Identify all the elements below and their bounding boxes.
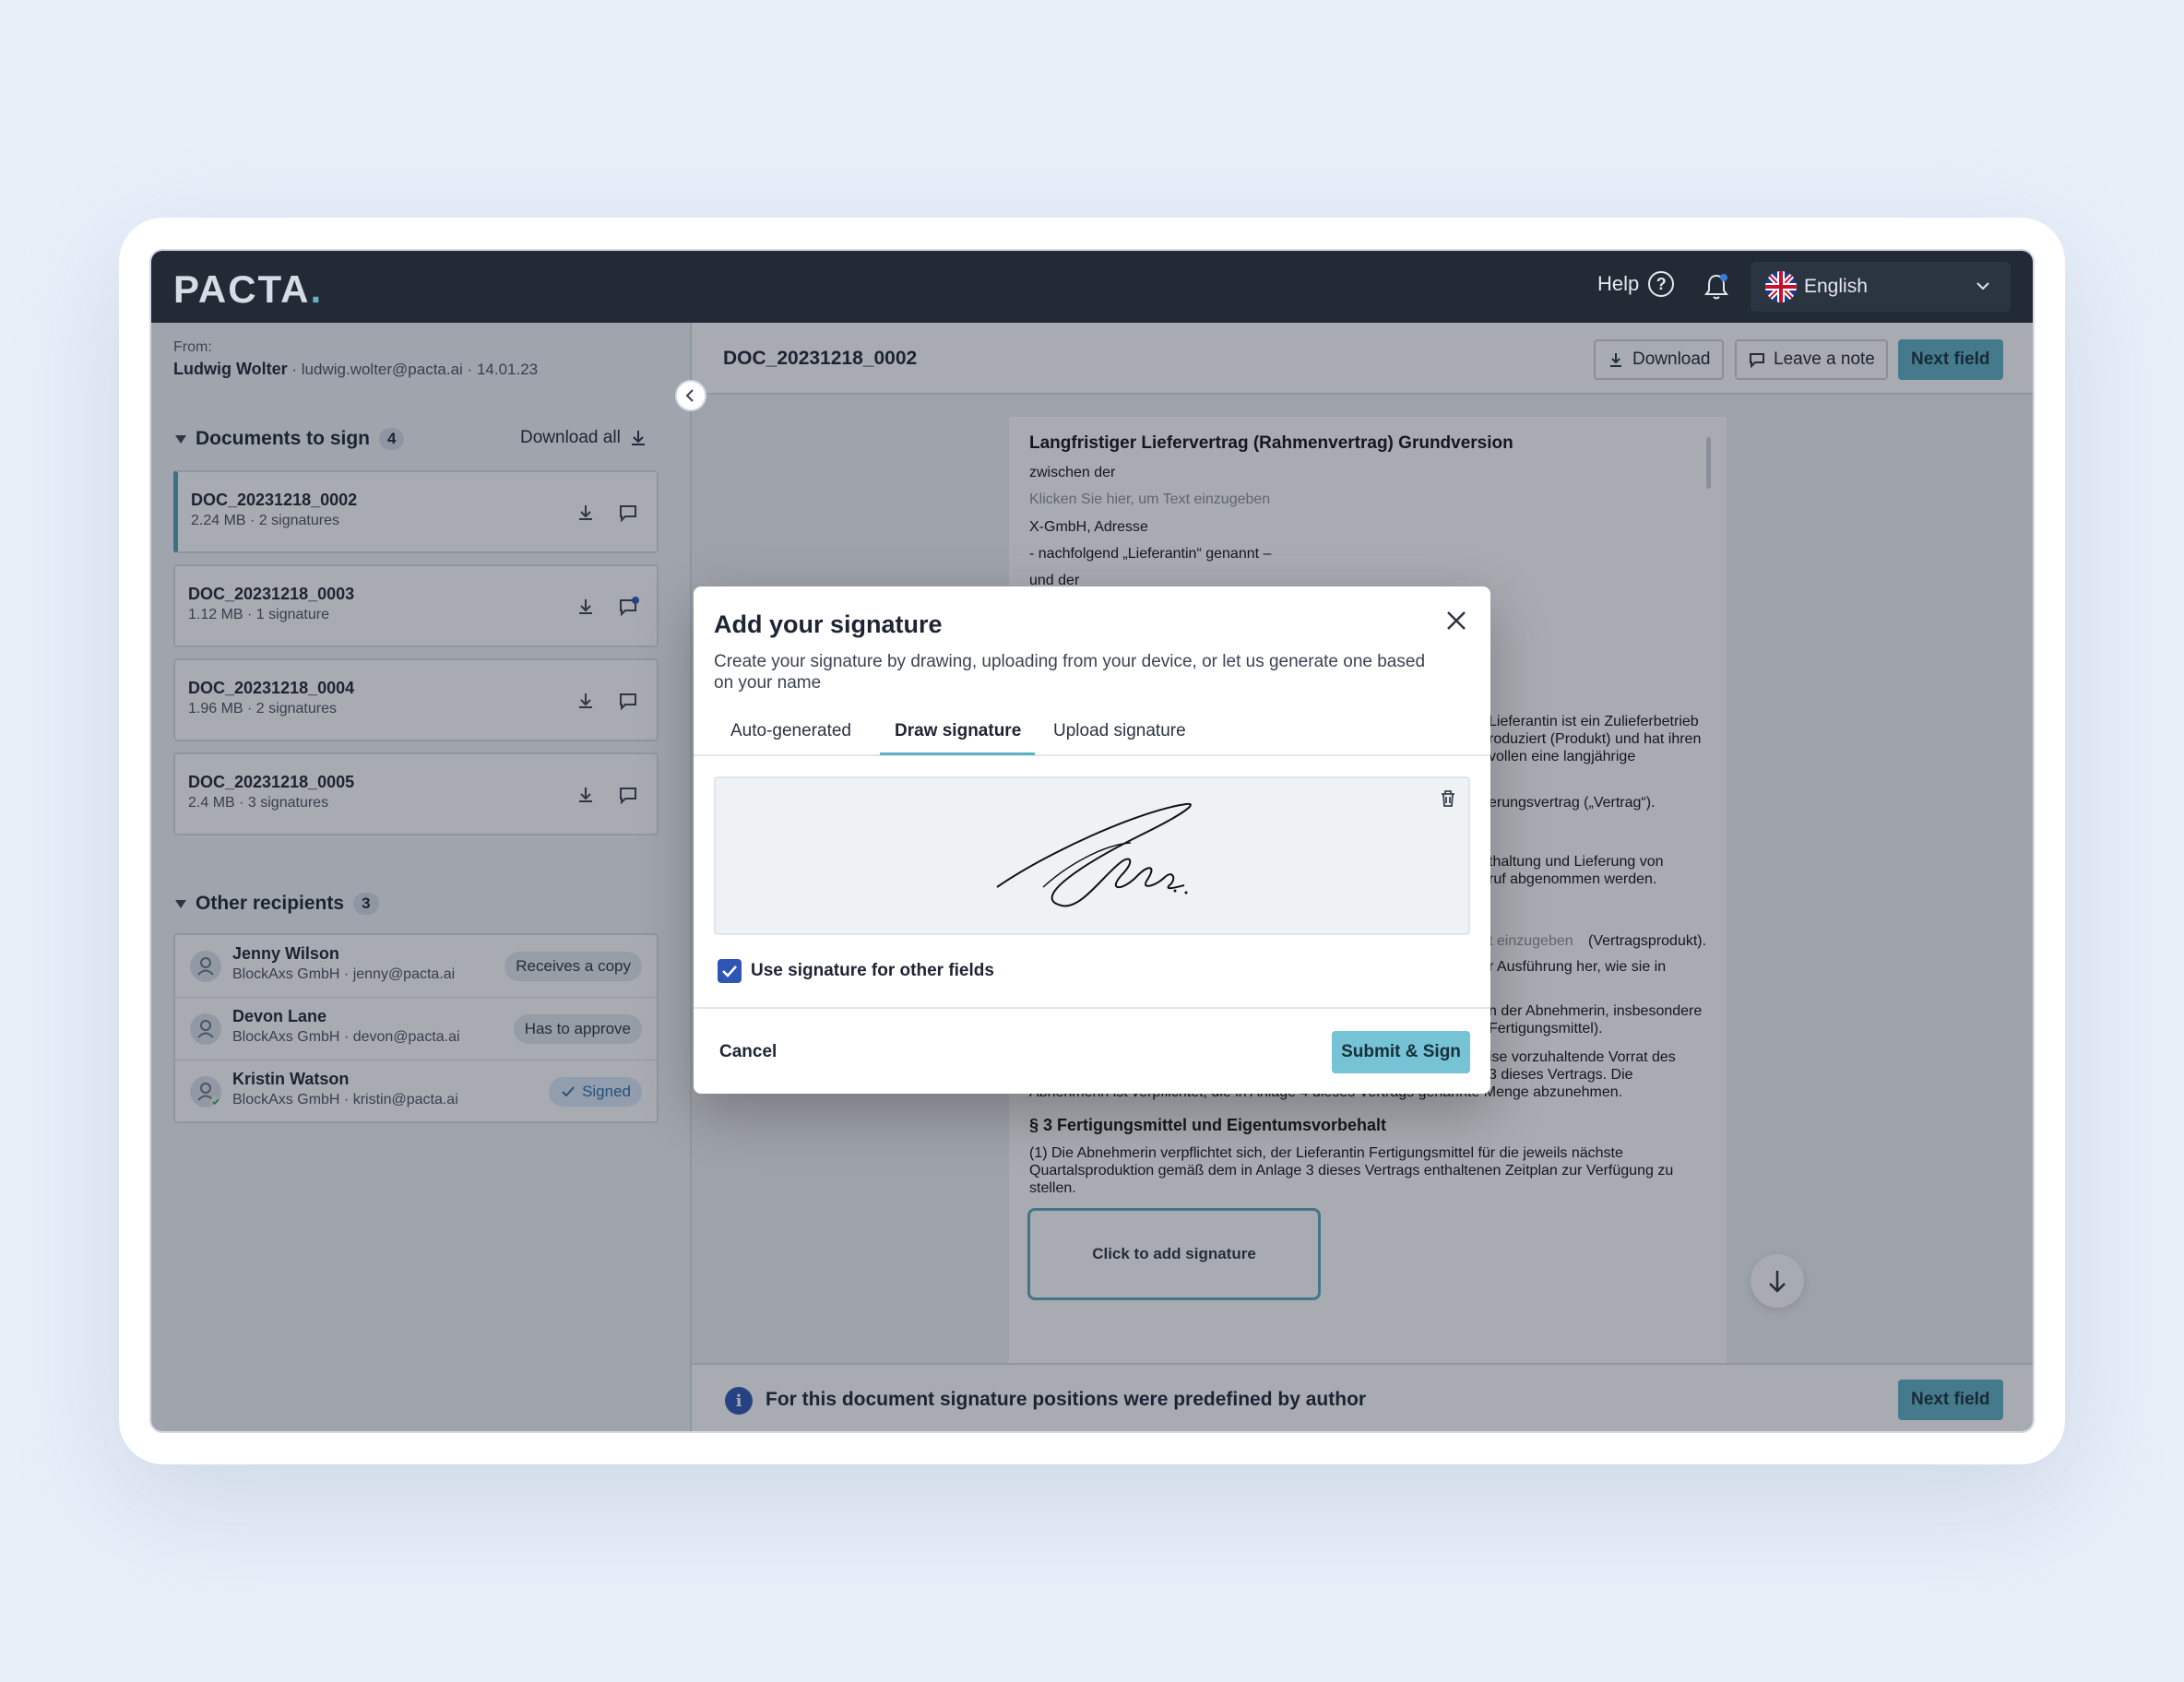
logo-dot: . [310,267,324,311]
modal-divider [694,1007,1490,1009]
active-tab-indicator [880,752,1035,755]
collapse-panel-button[interactable] [675,380,706,411]
tab-auto-generated[interactable]: Auto-generated [730,721,851,741]
signature-tabs: Auto-generated Draw signature Upload sig… [694,708,1490,756]
modal-title: Add your signature [714,610,943,638]
language-label: English [1804,276,1868,297]
language-select[interactable]: English [1751,262,2011,312]
tab-draw-signature[interactable]: Draw signature [895,721,1021,741]
use-signature-label[interactable]: Use signature for other fields [751,961,994,981]
checkmark-icon [722,965,737,977]
uk-flag-icon [1765,271,1797,302]
close-icon[interactable] [1442,607,1470,634]
notification-bell-icon[interactable] [1701,271,1732,302]
help-label: Help [1597,272,1640,295]
help-button[interactable]: Help ? [1597,271,1675,297]
top-bar: PACTA. Help ? English [151,251,2033,323]
help-circle-icon: ? [1648,271,1675,297]
add-signature-modal: Add your signature Create your signature… [694,586,1490,1094]
chevron-down-icon [1976,282,1989,290]
modal-description: Create your signature by drawing, upload… [714,652,1426,693]
chevron-left-icon [685,389,694,402]
drawn-signature [996,802,1192,907]
use-signature-checkbox[interactable] [718,959,742,983]
submit-sign-button[interactable]: Submit & Sign [1332,1031,1470,1073]
logo-text: PACTA [173,267,311,311]
signature-canvas[interactable] [714,776,1470,935]
cancel-button[interactable]: Cancel [719,1042,777,1062]
pacta-logo[interactable]: PACTA. [173,267,323,312]
tab-upload-signature[interactable]: Upload signature [1053,721,1186,741]
